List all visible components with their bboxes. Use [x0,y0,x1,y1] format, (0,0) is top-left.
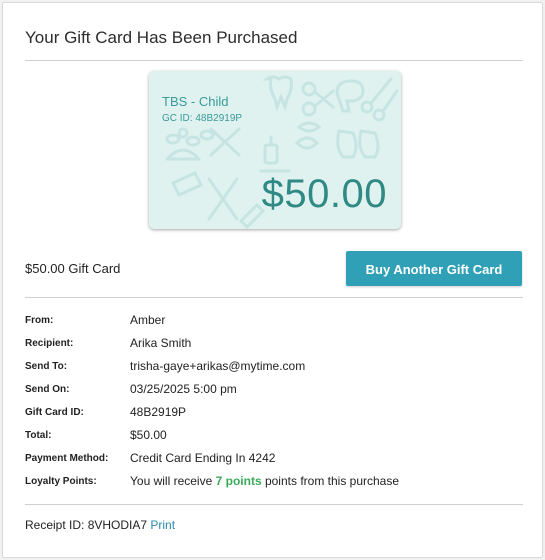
detail-label: Loyalty Points: [25,476,97,487]
detail-label: Recipient: [25,338,74,349]
detail-row-send-on: Send On: 03/25/2025 5:00 pm [25,382,505,402]
card-amount: $50.00 [261,172,387,216]
detail-value: You will receive 7 points points from th… [130,474,399,488]
receipt-id: Receipt ID: 8VHODIA7 [25,518,148,532]
detail-label: Gift Card ID: [25,407,84,418]
detail-value: $50.00 [130,428,167,442]
loyalty-points-count: 7 points [215,474,262,488]
divider [25,60,523,61]
detail-row-send-to: Send To: trisha-gaye+arikas@mytime.com [25,359,505,379]
detail-label: Payment Method: [25,453,109,464]
card-service-name: TBS - Child [162,94,229,109]
gift-card-image: TBS - Child GC ID: 48B2919P $50.00 [149,71,401,229]
detail-value: 03/25/2025 5:00 pm [130,382,237,396]
detail-row-payment-method: Payment Method: Credit Card Ending In 42… [25,451,505,471]
detail-row-total: Total: $50.00 [25,428,505,448]
divider [25,297,523,298]
detail-label: Send On: [25,384,70,395]
detail-value: Credit Card Ending In 4242 [130,451,276,465]
gift-card-summary-label: $50.00 Gift Card [25,261,121,276]
detail-row-loyalty-points: Loyalty Points: You will receive 7 point… [25,474,505,494]
loyalty-prefix: You will receive [130,474,216,488]
print-link[interactable]: Print [150,518,175,532]
buy-another-gift-card-button[interactable]: Buy Another Gift Card [346,251,522,286]
detail-label: Send To: [25,361,68,372]
purchase-confirmation-panel: Your Gift Card Has Been Purchased TBS - … [2,2,543,558]
detail-value: trisha-gaye+arikas@mytime.com [130,359,306,373]
detail-row-from: From: Amber [25,313,505,333]
card-gc-id: GC ID: 48B2919P [162,113,243,124]
detail-value: Arika Smith [130,336,192,350]
detail-row-gift-card-id: Gift Card ID: 48B2919P [25,405,505,425]
detail-label: From: [25,315,54,326]
receipt-line: Receipt ID: 8VHODIA7 Print [25,518,175,532]
divider [25,504,523,505]
detail-value: Amber [130,313,166,327]
detail-row-recipient: Recipient: Arika Smith [25,336,505,356]
loyalty-suffix: points from this purchase [261,474,400,488]
detail-value: 48B2919P [130,405,187,419]
page-title: Your Gift Card Has Been Purchased [25,28,298,47]
detail-label: Total: [25,430,52,441]
